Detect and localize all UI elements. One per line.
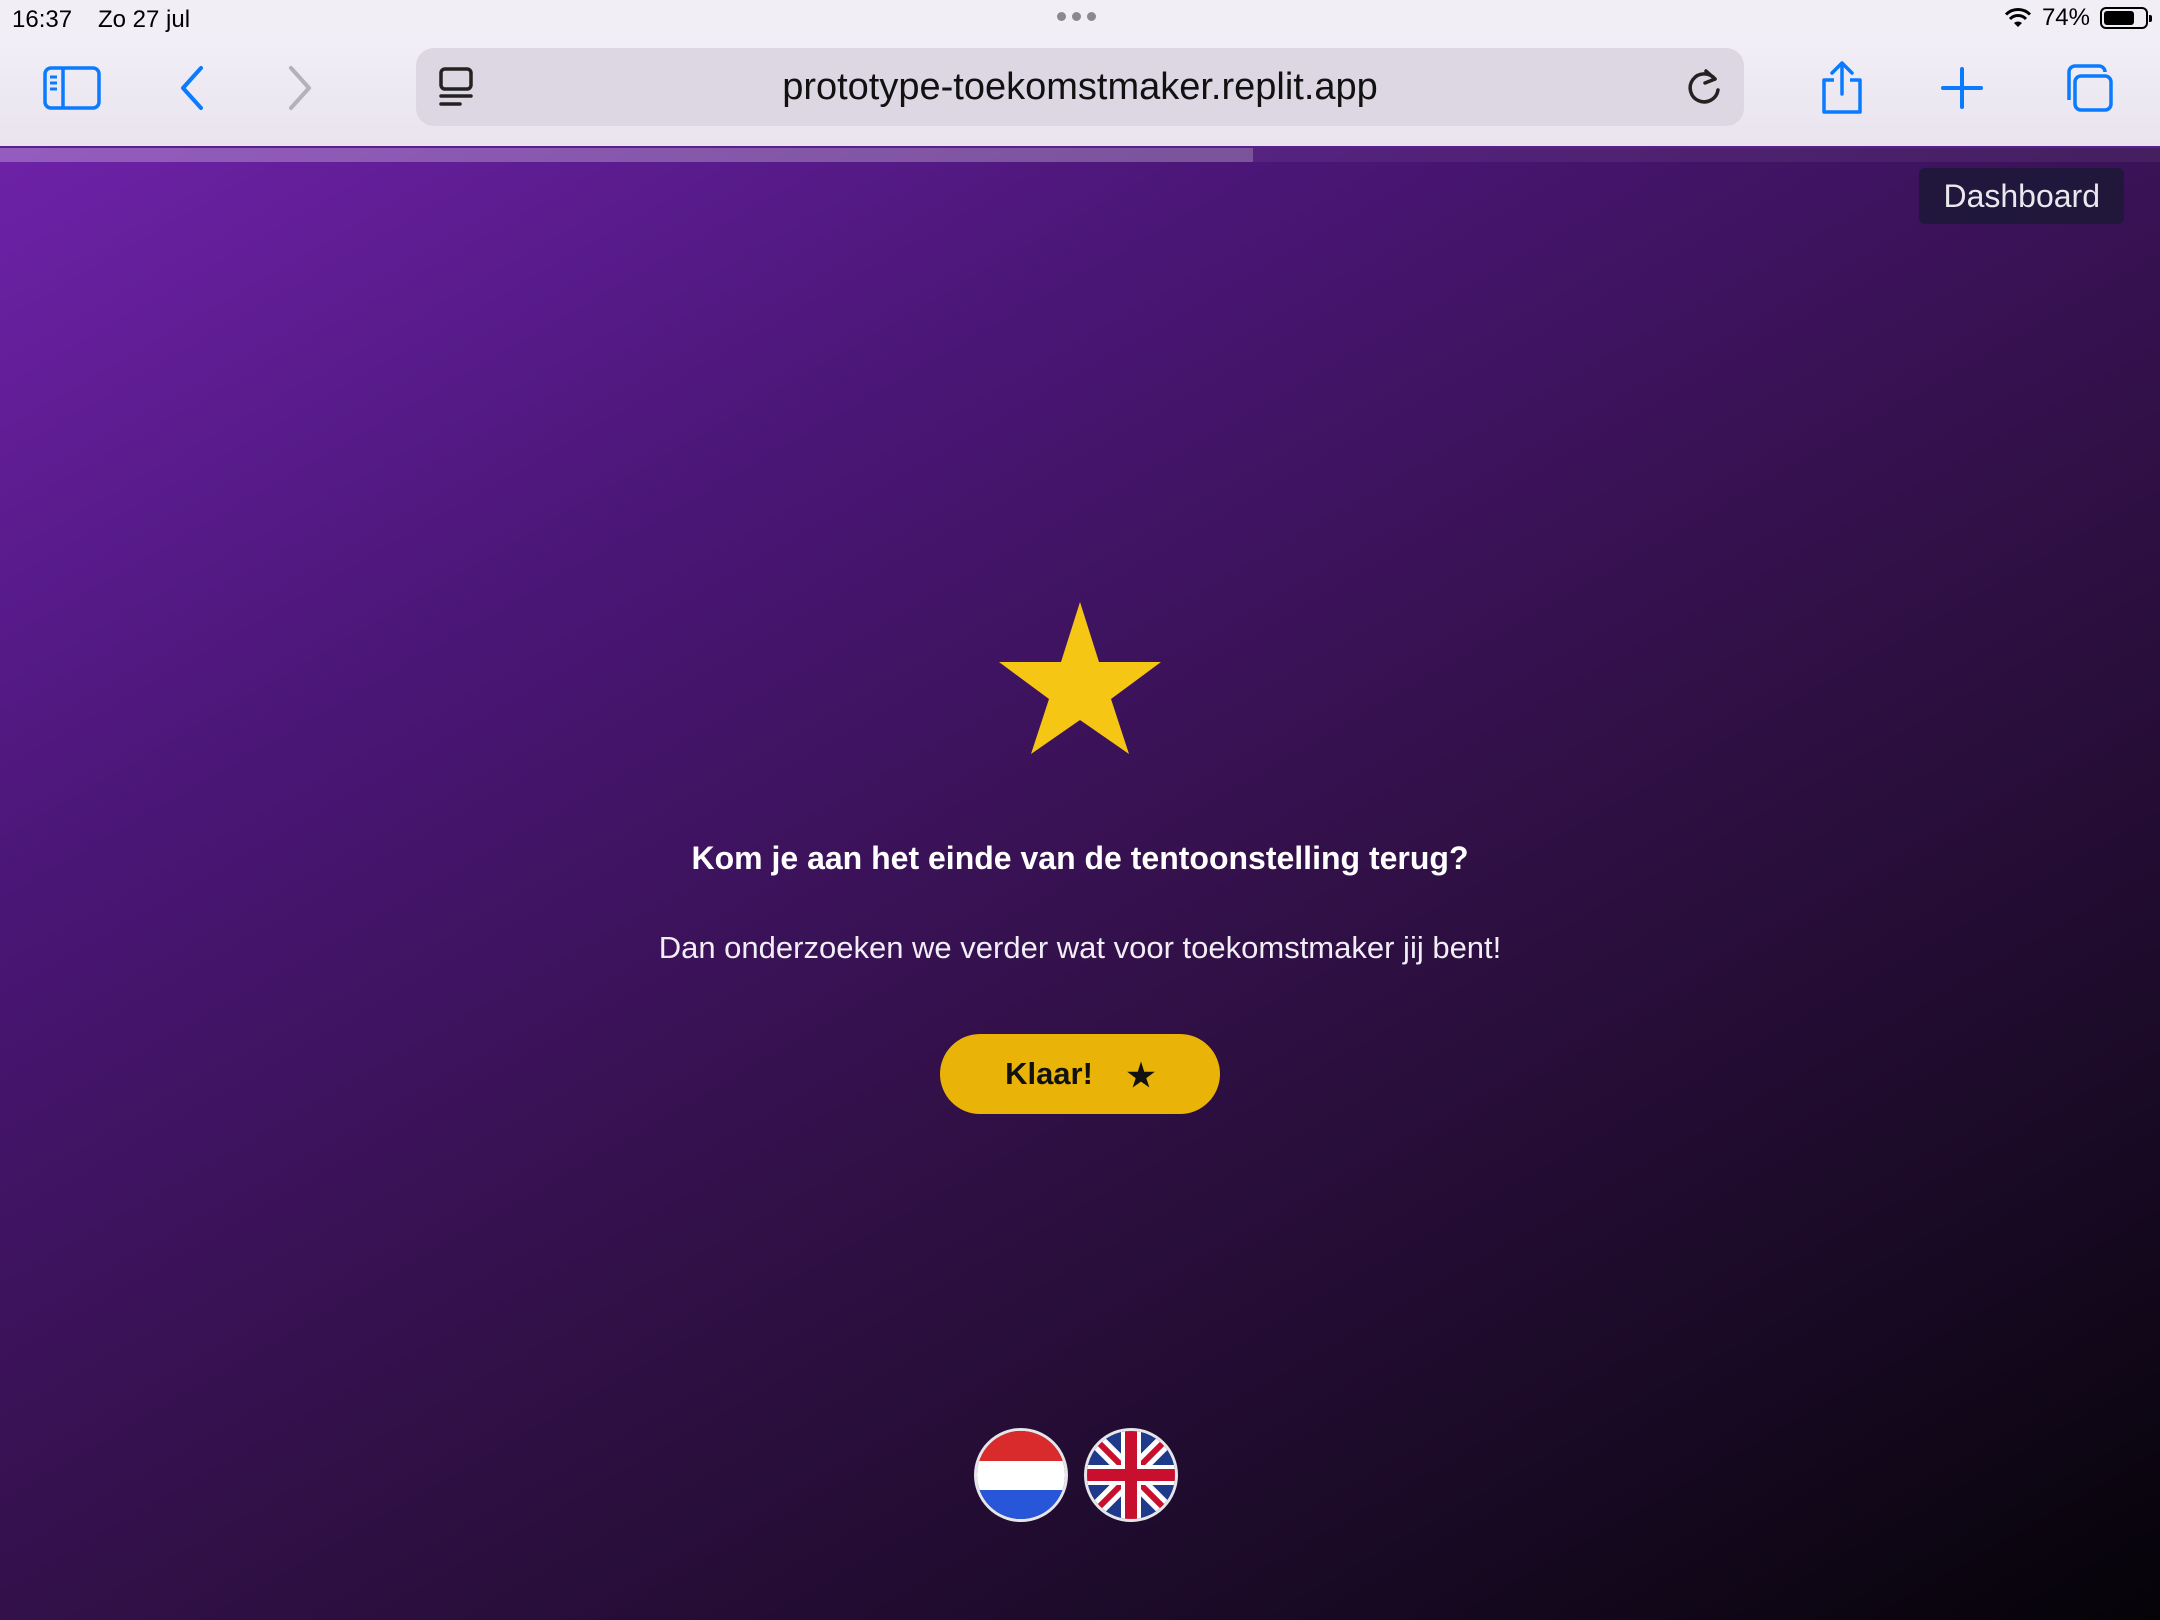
share-icon[interactable] [1810, 60, 1874, 116]
forward-icon[interactable] [268, 60, 332, 116]
status-right: 74% [2004, 4, 2152, 32]
nl-flag-icon[interactable] [974, 1428, 1068, 1522]
page-content: Dashboard Kom je aan het einde van de te… [0, 148, 2160, 1620]
klaar-button[interactable]: Klaar! [940, 1034, 1220, 1114]
sidebar-icon[interactable] [40, 60, 104, 116]
url-text[interactable]: prototype-toekomstmaker.replit.app [416, 48, 1744, 126]
new-tab-icon[interactable] [1930, 60, 1994, 116]
status-bar: 16:37 Zo 27 jul 74% [0, 0, 2160, 40]
browser-toolbar: prototype-toekomstmaker.replit.app [0, 40, 2160, 148]
progress-fill [0, 148, 1253, 162]
status-date: Zo 27 jul [98, 6, 191, 33]
klaar-button-label: Klaar! [1005, 1056, 1093, 1091]
reload-icon[interactable] [1684, 66, 1724, 113]
question-heading: Kom je aan het einde van de tentoonstell… [691, 840, 1469, 876]
address-bar[interactable]: prototype-toekomstmaker.replit.app [416, 48, 1744, 126]
battery-icon [2100, 7, 2152, 29]
star-icon [999, 602, 1161, 754]
status-time: 16:37 [12, 6, 73, 33]
uk-flag-icon[interactable] [1084, 1428, 1178, 1522]
tabs-icon[interactable] [2056, 60, 2120, 116]
subtitle-text: Dan onderzoeken we verder wat voor toeko… [658, 930, 1502, 965]
progress-bar [0, 148, 2160, 162]
wifi-icon [2004, 8, 2032, 27]
language-switcher [974, 1428, 1178, 1522]
battery-percent: 74% [2041, 4, 2090, 31]
dashboard-button[interactable]: Dashboard [1919, 168, 2124, 224]
multitasking-dots[interactable] [1057, 12, 1096, 21]
star-small-icon [1127, 1061, 1155, 1087]
back-icon[interactable] [160, 60, 224, 116]
